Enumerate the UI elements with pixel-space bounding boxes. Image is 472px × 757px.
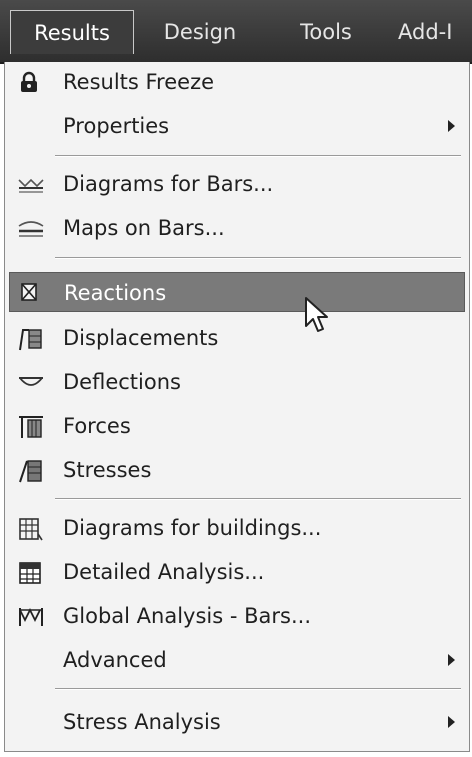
tab-tools[interactable]: Tools [284,10,368,54]
bar-diagram-icon [17,172,44,196]
menu-item-label: Results Freeze [63,70,215,94]
menu-item-label: Diagrams for buildings... [63,516,322,540]
menu-item-stresses[interactable]: Stresses [9,450,465,490]
menu-item-label: Displacements [63,326,219,350]
results-dropdown-menu: Results Freeze Properties Diagrams for B… [4,62,470,752]
menu-item-maps-on-bars[interactable]: Maps on Bars... [9,208,465,248]
menu-separator [55,257,461,259]
detailed-analysis-icon [17,560,41,584]
menu-item-label: Maps on Bars... [63,216,225,240]
menu-item-label: Advanced [63,648,167,672]
menu-item-detailed-analysis[interactable]: Detailed Analysis... [9,552,465,592]
lock-icon [17,70,41,94]
menu-bar: Results Design Tools Add-I [0,0,472,64]
menu-item-diagrams-for-buildings[interactable]: Diagrams for buildings... [9,508,465,548]
menu-item-reactions[interactable]: Reactions [9,272,465,312]
menu-item-diagrams-for-bars[interactable]: Diagrams for Bars... [9,164,465,204]
menu-item-stress-analysis[interactable]: Stress Analysis [9,702,465,742]
menu-item-global-analysis-bars[interactable]: Global Analysis - Bars... [9,596,465,636]
displacements-icon [17,326,42,351]
reactions-icon [18,281,42,305]
mouse-cursor-icon [304,296,330,336]
menu-item-advanced[interactable]: Advanced [9,640,465,680]
menu-item-label: Reactions [64,281,167,305]
submenu-arrow-icon [448,716,455,728]
bar-map-icon [17,216,44,240]
menu-separator [55,155,461,157]
submenu-arrow-icon [448,120,455,132]
menu-item-label: Global Analysis - Bars... [63,604,311,628]
building-diagram-icon [17,516,43,541]
tab-results[interactable]: Results [10,10,134,54]
menu-item-label: Detailed Analysis... [63,560,265,584]
global-analysis-icon [17,604,43,628]
menu-item-label: Stress Analysis [63,710,221,734]
menu-item-label: Deflections [63,370,181,394]
menu-item-properties[interactable]: Properties [9,106,465,146]
menu-item-forces[interactable]: Forces [9,406,465,446]
menu-item-displacements[interactable]: Displacements [9,318,465,358]
menu-item-deflections[interactable]: Deflections [9,362,465,402]
menu-item-label: Forces [63,414,131,438]
deflections-icon [17,370,43,394]
tab-add-ins[interactable]: Add-I [398,10,472,54]
tab-design[interactable]: Design [150,10,250,54]
menu-item-results-freeze[interactable]: Results Freeze [9,62,465,102]
menu-separator [55,688,461,690]
menu-item-label: Properties [63,114,170,138]
menu-item-label: Diagrams for Bars... [63,172,274,196]
stresses-icon [17,458,42,483]
forces-icon [17,414,43,438]
menu-item-label: Stresses [63,458,152,482]
menu-separator [55,498,461,500]
submenu-arrow-icon [448,654,455,666]
